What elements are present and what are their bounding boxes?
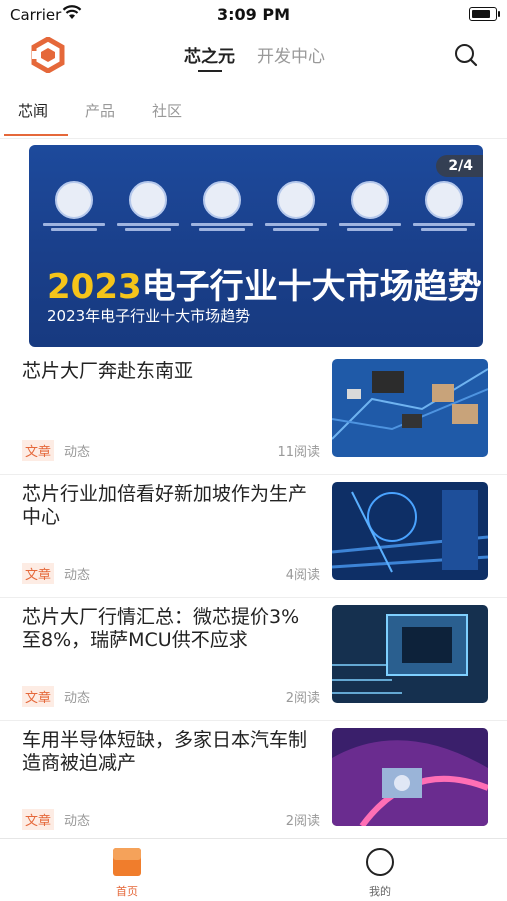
list-item[interactable]: 芯片行业加倍看好新加坡作为生产中心 文章 动态 4阅读 bbox=[0, 475, 507, 598]
article-tag: 文章 bbox=[22, 440, 55, 461]
status-bar: Carrier 3:09 PM bbox=[0, 0, 507, 30]
article-category: 动态 bbox=[64, 691, 91, 706]
article-title: 车用半导体短缺，多家日本汽车制造商被迫减产 bbox=[22, 729, 308, 774]
article-thumbnail bbox=[332, 482, 488, 580]
article-tag: 文章 bbox=[22, 563, 55, 584]
banner-illustrations bbox=[39, 181, 479, 231]
article-thumbnail bbox=[332, 605, 488, 703]
search-icon[interactable] bbox=[453, 42, 479, 68]
article-read-count: 2阅读 bbox=[285, 691, 320, 706]
article-tag: 文章 bbox=[22, 809, 55, 830]
bottom-tab-bar: 首页 我的 bbox=[0, 838, 507, 901]
brand-logo-icon[interactable] bbox=[30, 37, 66, 73]
article-read-count: 4阅读 bbox=[285, 568, 320, 583]
article-thumbnail bbox=[332, 359, 488, 457]
banner-year: 2023 bbox=[47, 267, 142, 307]
article-category: 动态 bbox=[64, 814, 91, 829]
banner-subtitle: 2023年电子行业十大市场趋势 bbox=[47, 307, 251, 325]
banner-headline-text: 电子行业十大市场趋势 bbox=[141, 267, 482, 307]
list-item[interactable]: 芯片大厂行情汇总：微芯提价3%至8%，瑞萨MCU供不应求 文章 动态 2阅读 bbox=[0, 598, 507, 721]
article-thumbnail bbox=[332, 728, 488, 826]
article-title: 芯片行业加倍看好新加坡作为生产中心 bbox=[22, 483, 308, 528]
article-category: 动态 bbox=[64, 568, 91, 583]
subtab-products[interactable]: 产品 bbox=[85, 100, 115, 121]
tab-home-label: 首页 bbox=[116, 885, 138, 898]
top-bar: 芯之元 开发中心 bbox=[0, 30, 507, 80]
subtab-news[interactable]: 芯闻 bbox=[18, 100, 48, 121]
top-tab-xinzhiyuan[interactable]: 芯之元 bbox=[184, 42, 235, 72]
subtab-community[interactable]: 社区 bbox=[152, 100, 182, 121]
list-item[interactable]: 车用半导体短缺，多家日本汽车制造商被迫减产 文章 动态 2阅读 bbox=[0, 721, 507, 844]
banner-page-indicator: 2/4 bbox=[436, 155, 483, 177]
top-tabs: 芯之元 开发中心 bbox=[184, 42, 325, 72]
home-icon bbox=[113, 848, 141, 876]
article-read-count: 2阅读 bbox=[285, 814, 320, 829]
tab-profile-label: 我的 bbox=[369, 885, 391, 898]
article-title: 芯片大厂行情汇总：微芯提价3%至8%，瑞萨MCU供不应求 bbox=[22, 606, 300, 651]
article-tag: 文章 bbox=[22, 686, 55, 707]
sub-tabs: 芯闻 产品 社区 bbox=[0, 90, 507, 139]
article-read-count: 11阅读 bbox=[277, 445, 320, 460]
article-category: 动态 bbox=[64, 445, 91, 460]
list-item[interactable]: 芯片大厂奔赴东南亚 文章 动态 11阅读 bbox=[0, 352, 507, 475]
subtab-active-indicator bbox=[4, 134, 68, 136]
profile-icon bbox=[366, 848, 394, 876]
tab-profile[interactable]: 我的 bbox=[350, 847, 410, 899]
clock-time: 3:09 PM bbox=[216, 5, 290, 24]
banner-headline: 2023电子行业十大市场趋势 bbox=[47, 259, 482, 308]
article-title: 芯片大厂奔赴东南亚 bbox=[22, 360, 194, 382]
battery-icon bbox=[469, 7, 500, 21]
tab-home[interactable]: 首页 bbox=[97, 847, 157, 899]
banner-carousel[interactable]: 2023电子行业十大市场趋势 2023年电子行业十大市场趋势 2/4 bbox=[29, 145, 483, 347]
top-tab-dev-center[interactable]: 开发中心 bbox=[257, 42, 325, 67]
article-list: 芯片大厂奔赴东南亚 文章 动态 11阅读 芯片行业加倍看好新加坡作为生产中心 文… bbox=[0, 352, 507, 844]
